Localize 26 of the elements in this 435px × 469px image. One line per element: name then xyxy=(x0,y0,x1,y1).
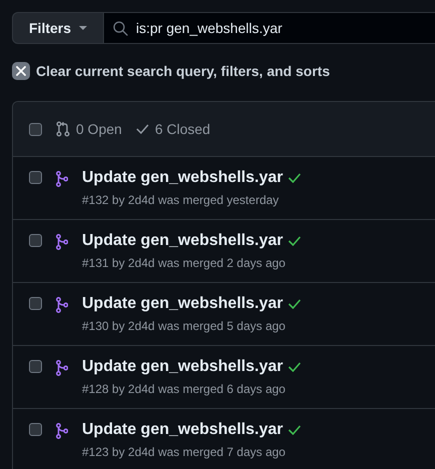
row-checkbox[interactable] xyxy=(29,360,42,373)
row-checkbox[interactable] xyxy=(29,297,42,310)
clear-button[interactable] xyxy=(12,62,30,80)
search-field[interactable]: is:pr gen_webshells.yar xyxy=(104,12,435,44)
check-icon xyxy=(136,124,149,134)
closed-filter-tab[interactable]: 6 Closed xyxy=(136,121,210,137)
caret-icon xyxy=(79,26,88,30)
pull-request-title[interactable]: Update gen_webshells.yar xyxy=(82,295,283,313)
select-all-checkbox[interactable] xyxy=(29,122,42,136)
pull-request-title[interactable]: Update gen_webshells.yar xyxy=(82,232,283,250)
row-checkbox[interactable] xyxy=(29,234,42,247)
pull-request-meta: #123 by 2d4d was merged 7 days ago xyxy=(82,445,286,459)
close-icon xyxy=(16,66,26,76)
open-filter-tab[interactable]: 0 Open xyxy=(56,121,122,137)
pull-request-title[interactable]: Update gen_webshells.yar xyxy=(82,169,283,187)
pull-request-meta: #130 by 2d4d was merged 5 days ago xyxy=(82,319,286,333)
pull-request-meta: #131 by 2d4d was merged 2 days ago xyxy=(82,256,286,270)
pull-request-meta: #132 by 2d4d was merged yesterday xyxy=(82,193,280,207)
pull-request-title[interactable]: Update gen_webshells.yar xyxy=(82,358,283,376)
pull-request-title[interactable]: Update gen_webshells.yar xyxy=(82,421,283,439)
row-checkbox[interactable] xyxy=(29,171,42,184)
pull-request-meta: #128 by 2d4d was merged 6 days ago xyxy=(82,382,286,396)
filters-button[interactable]: Filters xyxy=(12,12,104,44)
clear-filters-link[interactable]: Clear current search query, filters, and sorts xyxy=(36,63,330,79)
row-checkbox[interactable] xyxy=(29,423,42,436)
pull-request-icon xyxy=(56,121,70,137)
